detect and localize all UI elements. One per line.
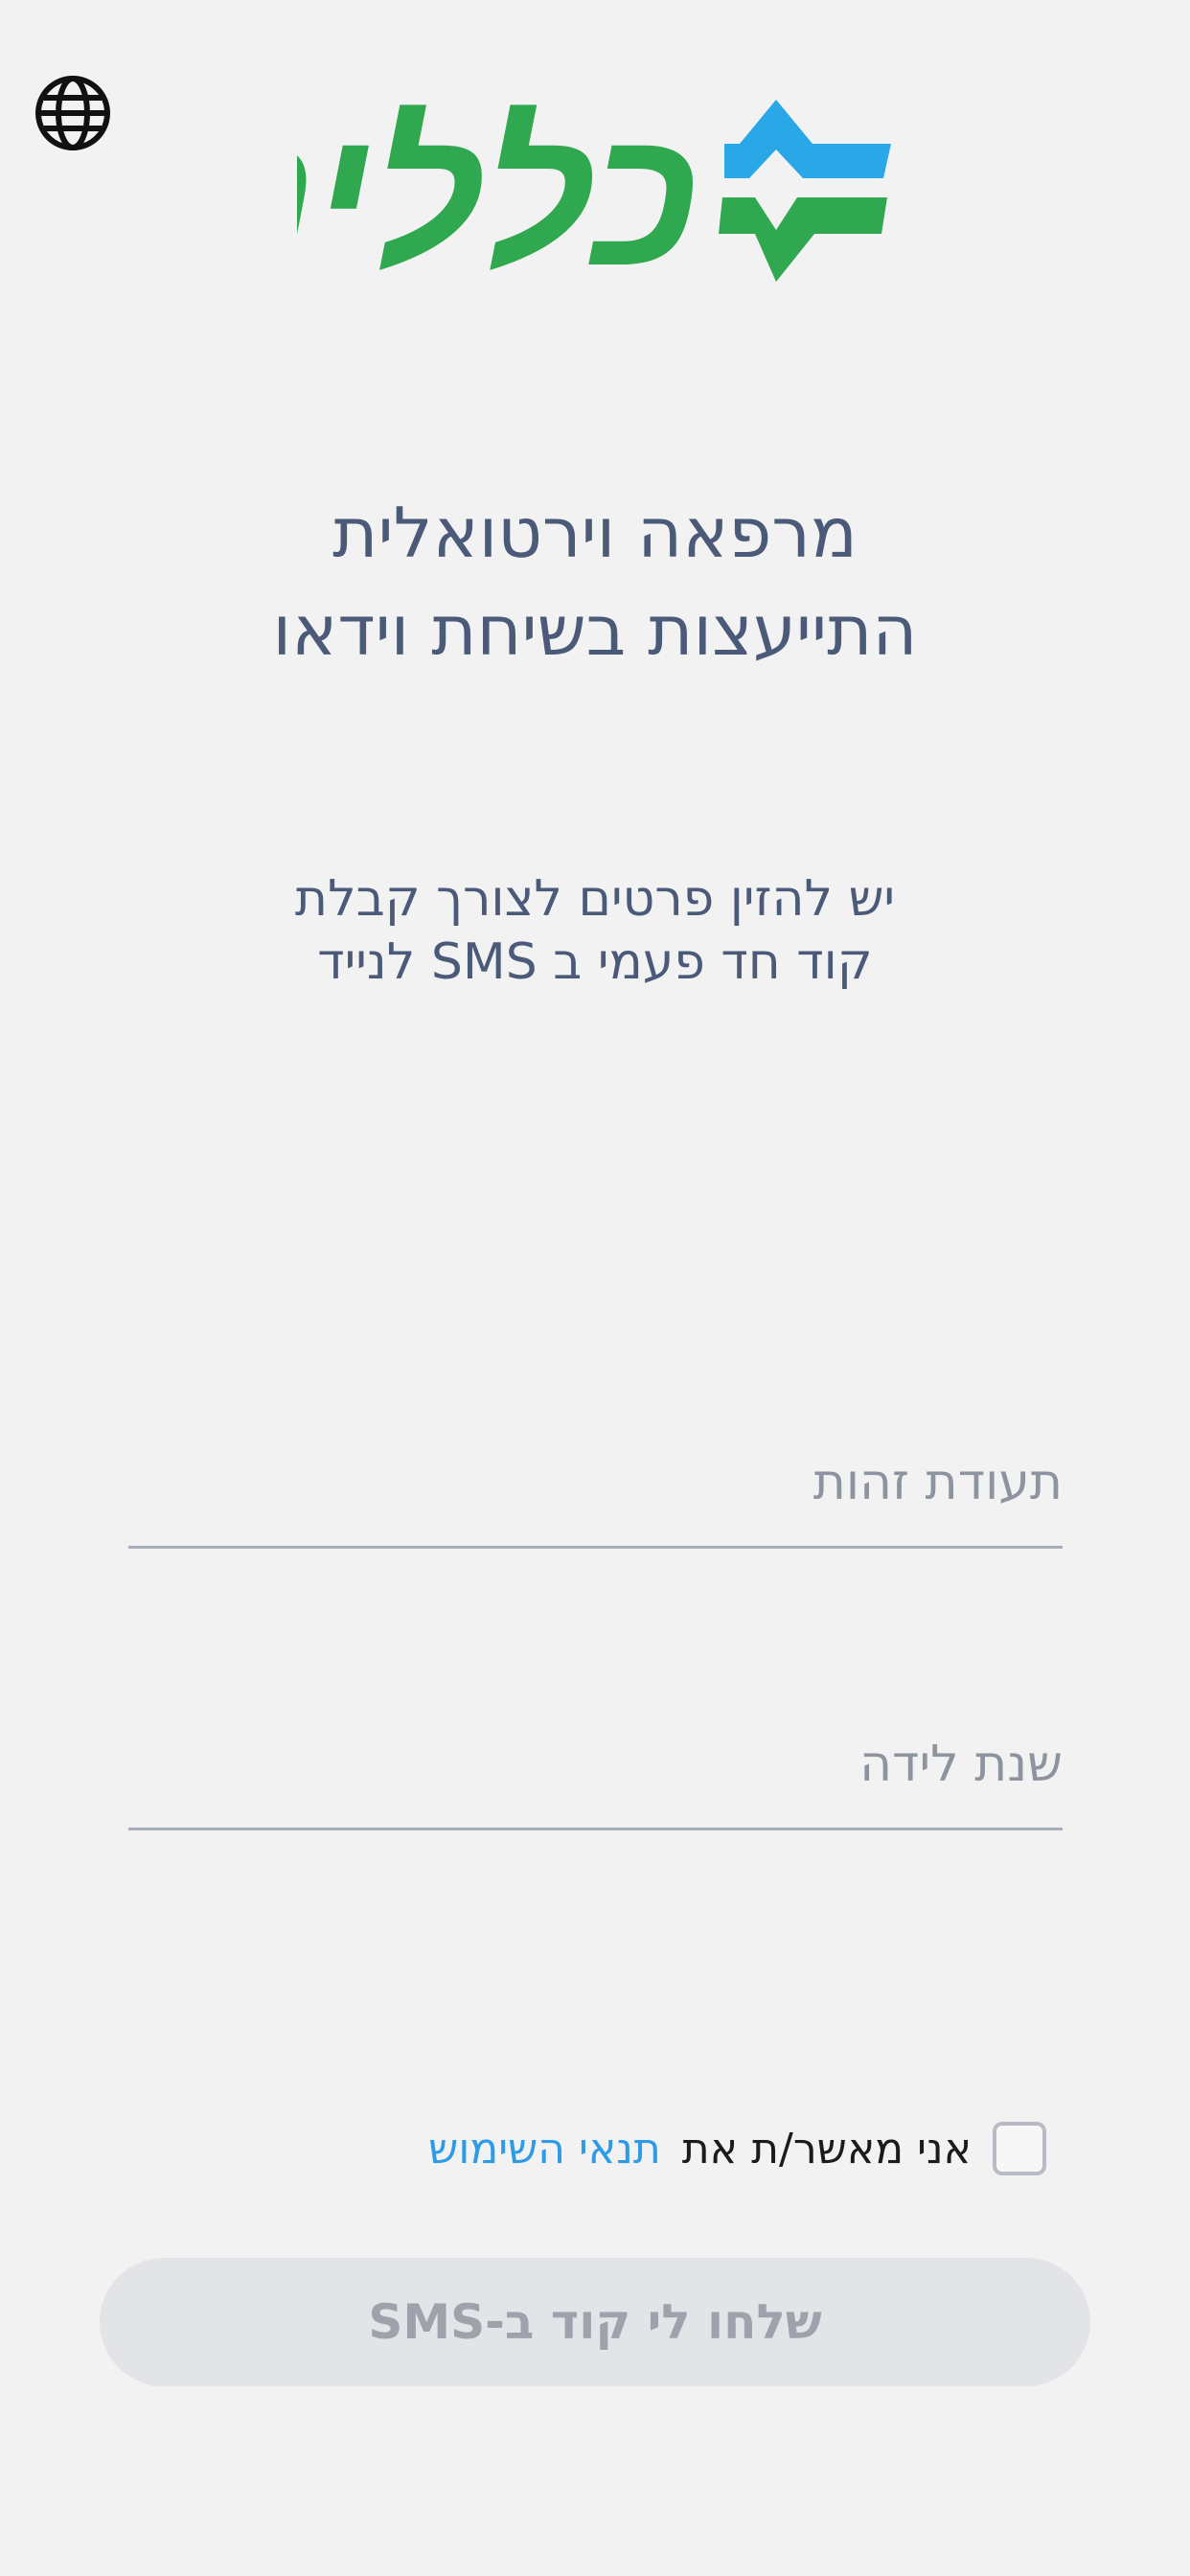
title-line-1: מרפאה וירטואלית <box>332 493 858 573</box>
clalit-logo: כללית <box>297 94 901 286</box>
id-number-input[interactable] <box>128 1431 1063 1546</box>
birth-year-input[interactable] <box>128 1713 1063 1828</box>
birth-year-field-container <box>128 1713 1063 1830</box>
page-title: מרפאה וירטואלית התייעצות בשיחת וידאו <box>0 484 1190 679</box>
terms-of-use-link[interactable]: תנאי השימוש <box>428 2125 661 2174</box>
terms-row: אני מאשר/ת את תנאי השימוש <box>428 2118 1046 2179</box>
globe-icon[interactable] <box>33 73 113 153</box>
terms-checkbox[interactable] <box>993 2122 1046 2175</box>
id-field-container <box>128 1431 1063 1549</box>
logo-text: כללית <box>297 94 699 286</box>
terms-text: אני מאשר/ת את <box>681 2124 972 2174</box>
instructions-text: יש להזין פרטים לצורך קבלת קוד חד פעמי ב … <box>0 867 1190 994</box>
title-line-2: התייעצות בשיחת וידאו <box>272 590 918 671</box>
send-sms-code-button[interactable]: שלחו לי קוד ב-SMS <box>100 2258 1090 2386</box>
subtitle-line-1: יש להזין פרטים לצורך קבלת <box>294 870 896 928</box>
subtitle-line-2: קוד חד פעמי ב SMS לנייד <box>317 933 873 991</box>
logo-mark-bottom <box>719 197 887 282</box>
logo-mark-top <box>724 100 891 178</box>
